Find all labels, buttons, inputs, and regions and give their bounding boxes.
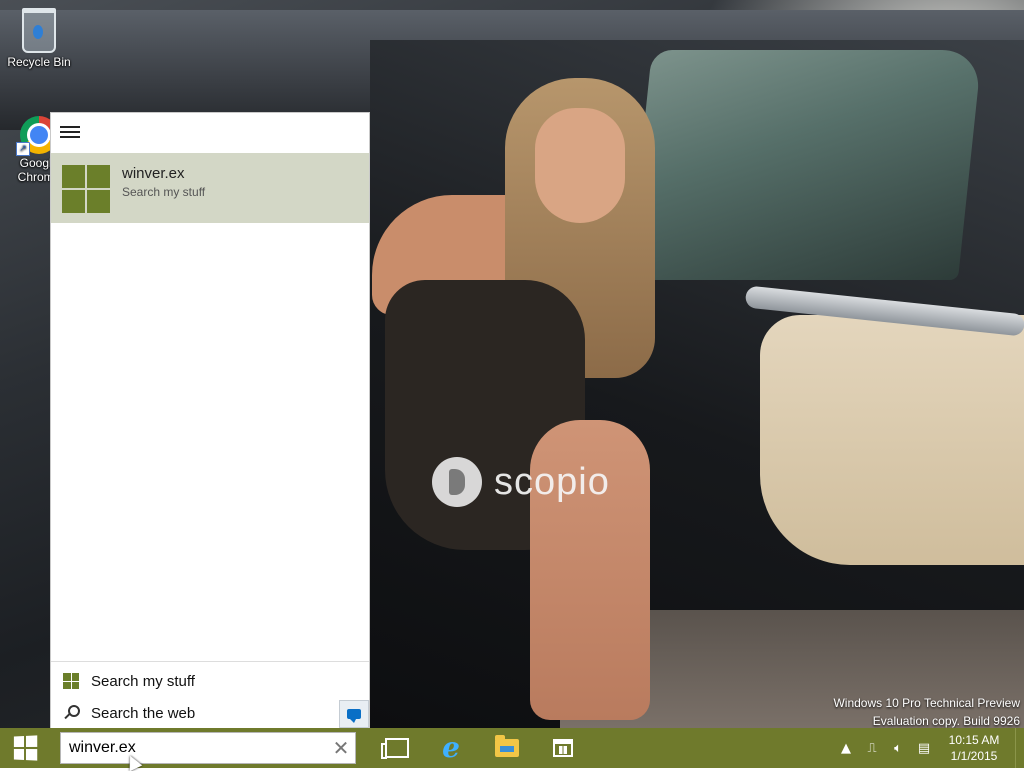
windows-logo-icon [13,735,38,761]
feedback-button[interactable] [339,700,369,728]
volume-icon[interactable]: 🔈︎ [885,741,911,756]
desktop-icon-label: Recycle Bin [7,55,71,69]
clock-date: 1/1/2015 [950,749,998,763]
search-my-stuff-label: Search my stuff [91,672,195,690]
desktop-icon-recycle-bin[interactable]: Recycle Bin [0,4,78,69]
action-center-icon[interactable]: ▤ [911,741,937,756]
store-icon [553,739,573,757]
recycle-bin-icon [22,8,56,53]
show-desktop-button[interactable] [1015,728,1024,768]
internet-explorer-button[interactable]: e [424,728,478,768]
taskbar-search-box[interactable]: ✕ [60,732,356,764]
taskbar: ✕ e ▲ ⎍ 🔈︎ ▤ 10:15 AM 1/1/2015 [0,728,1024,768]
file-explorer-icon [495,735,519,757]
search-input[interactable] [67,738,327,758]
result-title: winver.ex [122,165,185,182]
windows-tile-icon [62,165,110,213]
car-window [627,50,983,280]
system-tray: ▲ ⎍ 🔈︎ ▤ 10:15 AM 1/1/2015 [833,728,1024,768]
door-panel [760,315,1024,565]
scopio-logo-icon [432,457,482,507]
person-face [535,108,625,223]
search-my-stuff-button[interactable]: Search my stuff [51,666,369,696]
task-view-button[interactable] [370,728,424,768]
network-icon[interactable]: ⎍ [859,741,885,756]
search-result-item[interactable]: winver.ex Search my stuff [51,153,369,223]
build-line-1: Windows 10 Pro Technical Preview [833,696,1020,710]
windows-icon [63,673,79,689]
store-button[interactable] [536,728,590,768]
show-hidden-icons-chevron-icon[interactable]: ▲ [833,741,859,756]
task-view-icon [381,738,409,759]
build-watermark: Windows 10 Pro Technical Preview Evaluat… [833,694,1020,730]
search-panel: winver.ex Search my stuff Search my stuf… [50,112,370,729]
internet-explorer-icon: e [442,731,460,764]
clock-time: 10:15 AM [948,733,1000,747]
feedback-icon [347,709,361,723]
search-the-web-label: Search the web [91,704,196,722]
search-icon [63,705,80,721]
start-button[interactable] [0,728,50,768]
scopio-watermark: scopio [432,455,610,509]
clear-search-icon[interactable]: ✕ [327,734,355,762]
clock[interactable]: 10:15 AM 1/1/2015 [937,732,1011,764]
watermark-text: scopio [494,460,610,503]
hamburger-icon[interactable] [60,126,80,140]
shortcut-arrow-icon: ↗ [16,142,30,156]
file-explorer-button[interactable] [480,728,534,768]
search-panel-footer: Search my stuff Search the web [51,661,369,730]
search-the-web-button[interactable]: Search the web [51,698,369,728]
result-subtitle: Search my stuff [122,185,206,199]
